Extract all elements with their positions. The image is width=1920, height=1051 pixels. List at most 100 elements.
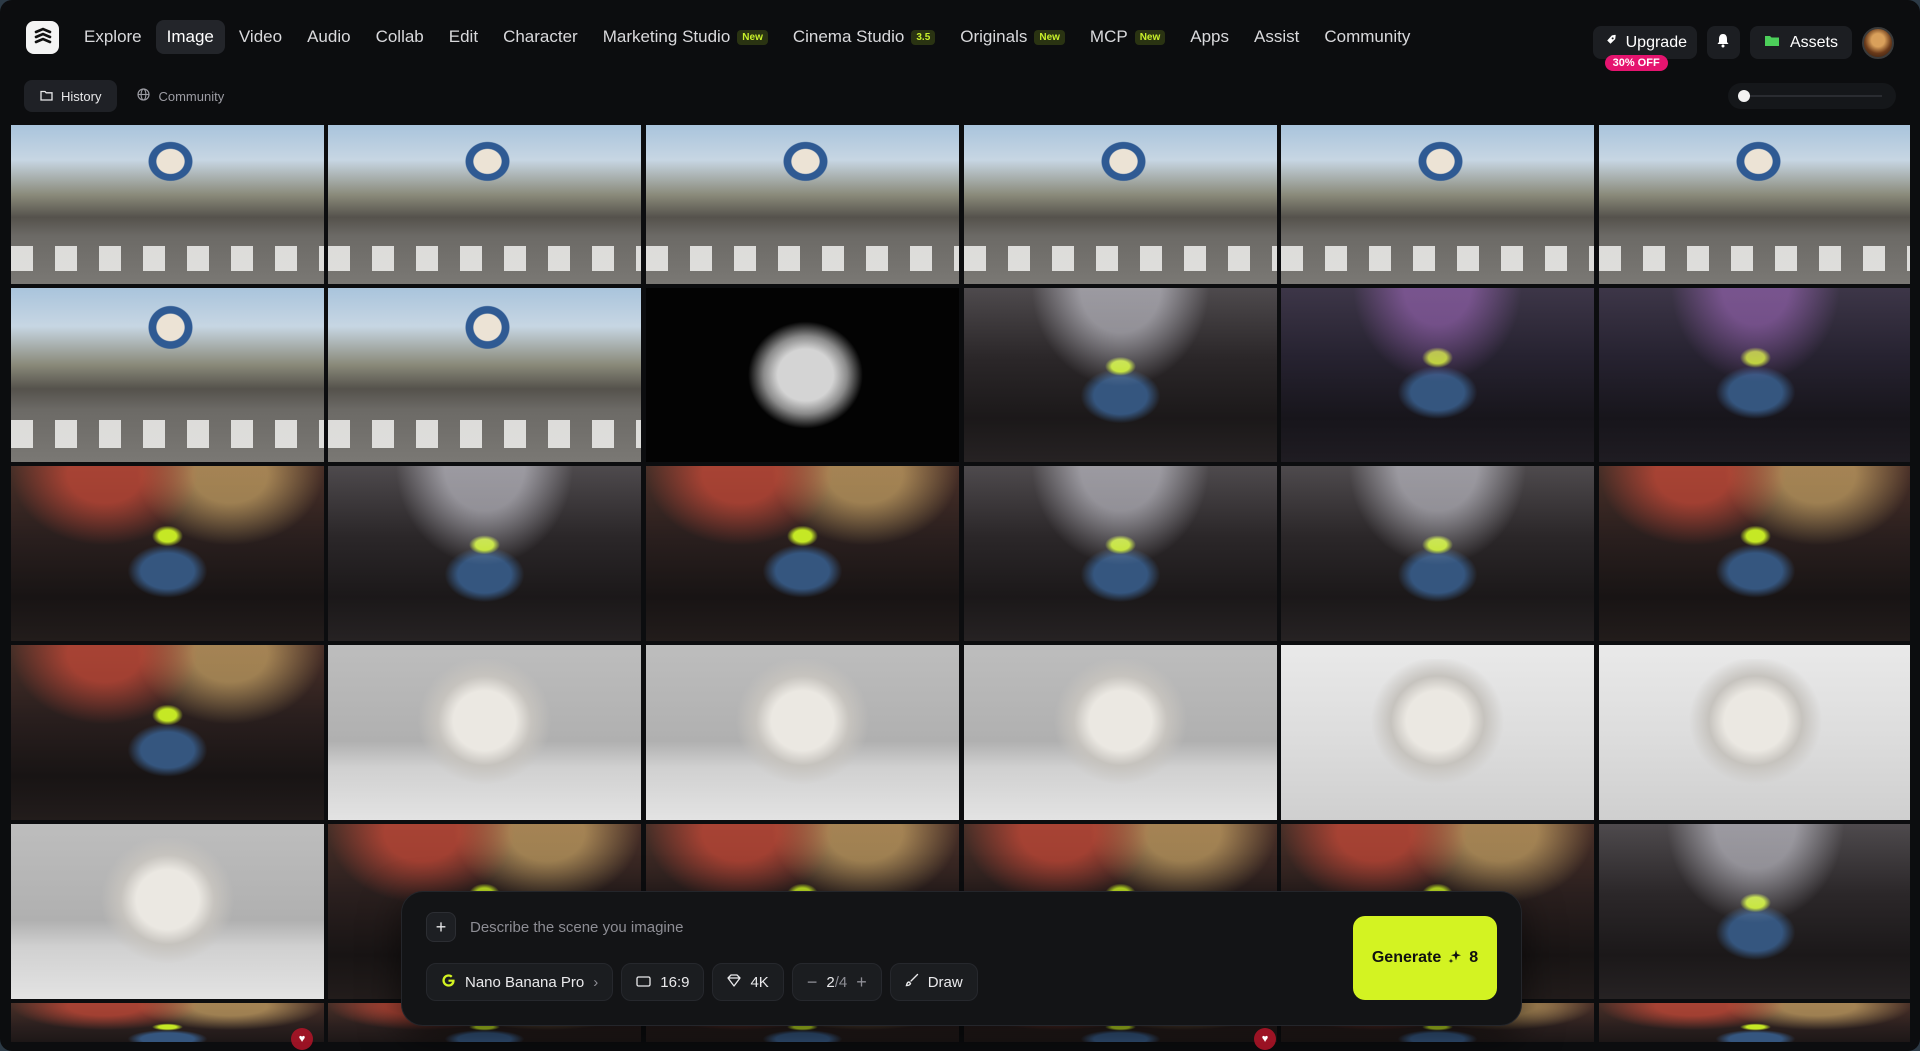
gallery-image[interactable] — [11, 288, 324, 462]
heart-icon[interactable]: ♥ — [291, 1028, 313, 1050]
nav-item-marketing-studio[interactable]: Marketing Studio New — [592, 20, 779, 54]
gallery-image[interactable] — [1599, 1003, 1910, 1042]
nav-item-label: Apps — [1190, 27, 1230, 46]
tab-history-label: History — [61, 88, 102, 104]
generate-cost: 8 — [1469, 949, 1479, 966]
draw-button[interactable]: Draw — [889, 963, 978, 1001]
sparkle-icon — [1448, 949, 1462, 968]
nav-item-label: Image — [166, 27, 214, 46]
gallery-image[interactable] — [1281, 125, 1594, 284]
gallery-image[interactable] — [328, 125, 641, 284]
nav-item-video[interactable]: Video — [228, 20, 293, 54]
folder-icon — [1764, 34, 1780, 52]
diamond-icon — [727, 973, 742, 991]
nav-item-apps[interactable]: Apps — [1179, 20, 1240, 54]
bell-icon — [1716, 33, 1730, 53]
assets-label: Assets — [1789, 33, 1838, 51]
nav-item-cinema-studio[interactable]: Cinema Studio 3.5 — [782, 20, 946, 54]
tab-community[interactable]: Community — [121, 80, 240, 112]
gallery-image[interactable] — [11, 1003, 324, 1042]
gallery-image[interactable] — [1599, 824, 1910, 999]
nav-item-edit[interactable]: Edit — [438, 20, 489, 54]
prompt-input[interactable] — [470, 912, 1230, 942]
user-avatar[interactable] — [1862, 26, 1894, 59]
logo-icon — [34, 27, 51, 44]
gallery-image[interactable] — [1599, 125, 1910, 284]
aspect-ratio-selector[interactable]: 16:9 — [621, 963, 705, 1001]
gallery-image[interactable] — [964, 288, 1277, 462]
gallery-image[interactable] — [328, 466, 641, 641]
nav-item-assist[interactable]: Assist — [1243, 20, 1310, 54]
quality-selector[interactable]: 4K — [712, 963, 784, 1001]
gallery-image[interactable] — [1599, 645, 1910, 820]
upgrade-group: Upgrade 30% OFF — [1592, 26, 1697, 71]
gallery-image[interactable] — [11, 466, 324, 641]
gallery-image[interactable] — [328, 288, 641, 462]
nav-item-collab[interactable]: Collab — [365, 20, 435, 54]
decrement-button[interactable]: − — [807, 972, 818, 993]
nav-right-group: Upgrade 30% OFF Assets — [1592, 26, 1894, 71]
quality-value: 4K — [750, 973, 769, 991]
rocket-icon — [1603, 33, 1618, 53]
heart-icon[interactable]: ♥ — [1254, 1028, 1276, 1050]
gallery-image[interactable] — [646, 645, 959, 820]
gallery-image[interactable] — [964, 645, 1277, 820]
prompt-panel: + Nano Banana Pro › 16:9 4K — [401, 891, 1522, 1026]
model-selector[interactable]: Nano Banana Pro › — [426, 963, 614, 1001]
generate-button[interactable]: Generate 8 — [1353, 916, 1497, 1000]
zoom-slider[interactable] — [1728, 83, 1896, 109]
top-navigation: Explore Image Video Audio Collab Edit Characte… — [0, 0, 1920, 74]
discount-badge: 30% OFF — [1604, 55, 1668, 71]
nav-item-audio[interactable]: Audio — [296, 20, 361, 54]
gallery-image[interactable] — [1281, 466, 1594, 641]
nav-item-label: Community — [1324, 27, 1411, 46]
zoom-slider-thumb[interactable] — [1738, 90, 1750, 102]
chevron-right-icon: › — [593, 973, 599, 991]
gallery-image[interactable] — [11, 645, 324, 820]
gallery-image[interactable] — [646, 288, 959, 462]
gallery-image[interactable] — [11, 824, 324, 999]
zoom-slider-track — [1746, 95, 1882, 97]
nav-item-label: Character — [503, 27, 578, 46]
nav-badge: New — [1134, 29, 1166, 45]
gallery-image[interactable] — [646, 125, 959, 284]
nav-item-community[interactable]: Community — [1313, 20, 1421, 54]
nav-item-label: Marketing Studio — [602, 27, 731, 46]
upgrade-label: Upgrade — [1625, 33, 1687, 51]
gallery-image[interactable] — [1281, 288, 1594, 462]
folder-outline-icon — [40, 89, 53, 104]
nav-item-label: MCP — [1089, 27, 1128, 46]
gallery-image[interactable] — [646, 466, 959, 641]
nav-item-mcp[interactable]: MCP New — [1079, 20, 1176, 54]
nav-item-image[interactable]: Image — [155, 20, 225, 54]
aspect-ratio-icon — [636, 974, 651, 991]
gallery-image[interactable] — [1281, 645, 1594, 820]
nav-item-label: Edit — [448, 27, 479, 46]
gallery-image[interactable] — [328, 645, 641, 820]
gallery-image[interactable] — [11, 125, 324, 284]
nav-badge: New — [737, 29, 768, 45]
nav-item-label: Collab — [375, 27, 424, 46]
model-name: Nano Banana Pro — [465, 973, 585, 991]
nav-item-label: Assist — [1254, 27, 1300, 46]
view-tabs: History Community — [24, 80, 240, 112]
nav-item-originals[interactable]: Originals New — [949, 20, 1076, 54]
gallery-image[interactable] — [964, 466, 1277, 641]
gallery-image[interactable] — [1599, 288, 1910, 462]
nav-item-explore[interactable]: Explore — [73, 20, 153, 54]
app-logo[interactable] — [26, 20, 59, 54]
globe-icon — [137, 88, 151, 104]
assets-button[interactable]: Assets — [1749, 26, 1852, 59]
gallery-image[interactable] — [1599, 466, 1910, 641]
nav-item-label: Originals — [960, 27, 1028, 46]
nav-item-label: Cinema Studio — [792, 27, 905, 46]
notifications-button[interactable] — [1706, 26, 1740, 59]
tab-history[interactable]: History — [24, 80, 118, 112]
generate-label: Generate — [1371, 949, 1442, 966]
nav-badge: 3.5 — [911, 29, 936, 45]
add-reference-button[interactable]: + — [426, 912, 456, 942]
gallery-image[interactable] — [964, 125, 1277, 284]
increment-button[interactable]: + — [856, 972, 867, 993]
nav-item-character[interactable]: Character — [492, 20, 589, 54]
nav-item-label: Explore — [84, 27, 142, 46]
